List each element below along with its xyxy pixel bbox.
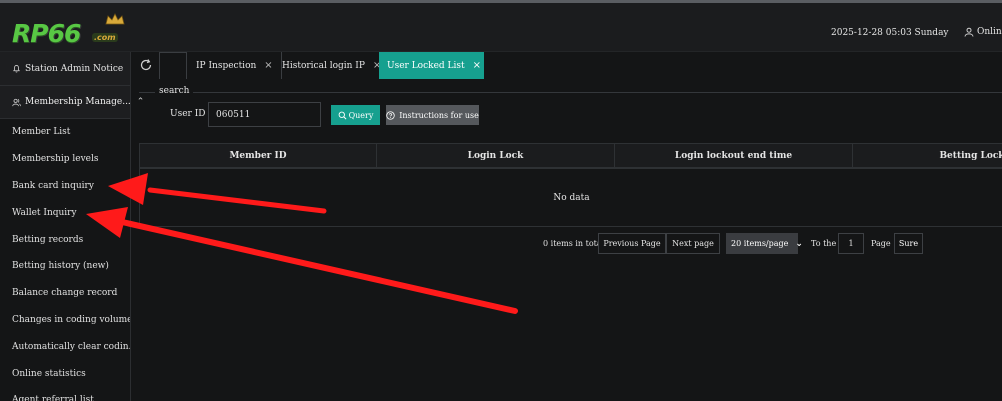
page-label: Page: [871, 239, 891, 248]
pager-total: 0 items in total: [543, 239, 605, 248]
sidebar-item-agent-referral-list[interactable]: Agent referral list: [0, 387, 130, 401]
column-login-lock: Login Lock: [377, 144, 615, 168]
sidebar-item-betting-records[interactable]: Betting records: [0, 226, 130, 253]
instructions-label: Instructions for use: [399, 110, 479, 120]
close-icon[interactable]: ×: [264, 60, 272, 71]
close-icon[interactable]: ×: [473, 60, 481, 71]
sidebar-item-online-statistics[interactable]: Online statistics: [0, 360, 130, 387]
refresh-icon[interactable]: [139, 58, 153, 72]
sidebar-item-bank-card-inquiry[interactable]: Bank card inquiry: [0, 173, 130, 200]
table-header: Member ID Login Lock Login lockout end t…: [140, 143, 1002, 169]
query-label: Query: [348, 110, 374, 120]
instructions-button[interactable]: Instructions for use: [386, 105, 479, 125]
sidebar-item-membership-levels[interactable]: Membership levels: [0, 146, 130, 173]
top-bar: RP66 .com 2025-12-28 05:03 Sunday Onlin: [0, 0, 1002, 52]
user-id-input[interactable]: [208, 102, 321, 127]
goto-page-input[interactable]: [838, 233, 864, 254]
locked-users-table: Member ID Login Lock Login lockout end t…: [139, 143, 1002, 227]
user-icon: [964, 27, 974, 37]
search-legend: search: [155, 86, 194, 96]
online-label: Onlin: [977, 27, 1002, 37]
tab-historical-login-ip[interactable]: Historical login IP ×: [274, 52, 391, 79]
search-icon: [338, 111, 347, 119]
sidebar-item-coding-volume[interactable]: Changes in coding volume: [0, 307, 130, 334]
tab-label: User Locked List: [387, 60, 465, 71]
logo-text: RP66: [12, 19, 81, 48]
tab-placeholder[interactable]: [159, 52, 187, 79]
page-size-value: 20 items/page: [731, 239, 789, 248]
logo[interactable]: RP66 .com: [12, 13, 125, 48]
sidebar-submenu: Member List Membership levels Bank card …: [0, 119, 130, 401]
column-betting-lock: Betting Lock: [939, 151, 1002, 161]
sidebar-item-member-list[interactable]: Member List: [0, 119, 130, 146]
previous-page-button[interactable]: Previous Page: [598, 233, 666, 254]
next-page-button[interactable]: Next page: [666, 233, 720, 254]
datetime: 2025-12-28 05:03 Sunday: [831, 28, 949, 38]
tab-user-locked-list[interactable]: User Locked List ×: [379, 52, 484, 79]
column-login-lockout-end-time: Login lockout end time: [615, 144, 853, 168]
help-icon: [386, 110, 395, 120]
tab-label: IP Inspection: [196, 60, 257, 71]
goto-label: To the: [811, 239, 837, 248]
logo-domain: .com: [92, 33, 118, 42]
goto-confirm-button[interactable]: Sure: [894, 233, 923, 254]
users-icon: [12, 98, 21, 106]
empty-state: No data: [553, 193, 590, 203]
sidebar-group-membership[interactable]: Membership Manage... ⌃: [0, 86, 144, 119]
user-id-label: User ID: [170, 109, 206, 119]
online-status[interactable]: Onlin: [964, 27, 1002, 37]
bell-icon: [13, 65, 20, 73]
tab-label: Historical login IP: [282, 60, 365, 71]
tab-ip-inspection[interactable]: IP Inspection ×: [188, 52, 282, 79]
column-member-id: Member ID: [140, 144, 377, 168]
sidebar: Station Admin Notice Membership Manage..…: [0, 52, 144, 401]
sidebar-item-betting-history-new[interactable]: Betting history (new): [0, 253, 130, 280]
page-size-select[interactable]: 20 items/page ⌄: [726, 233, 803, 254]
crown-icon: [105, 13, 125, 25]
sidebar-item-auto-clear-coding[interactable]: Automatically clear codin...: [0, 333, 130, 360]
sidebar-item-label: Station Admin Notice: [25, 63, 124, 74]
browser-strip: [0, 0, 1002, 3]
sidebar-item-station-admin-notice[interactable]: Station Admin Notice: [0, 52, 130, 85]
tab-bar: IP Inspection × Historical login IP × Us…: [131, 52, 1002, 79]
chevron-down-icon: ⌄: [795, 238, 803, 249]
sidebar-item-balance-change-record[interactable]: Balance change record: [0, 280, 130, 307]
query-button[interactable]: Query: [331, 105, 380, 125]
sidebar-item-wallet-inquiry[interactable]: Wallet Inquiry: [0, 199, 130, 226]
sidebar-group-label: Membership Manage...: [25, 97, 131, 107]
